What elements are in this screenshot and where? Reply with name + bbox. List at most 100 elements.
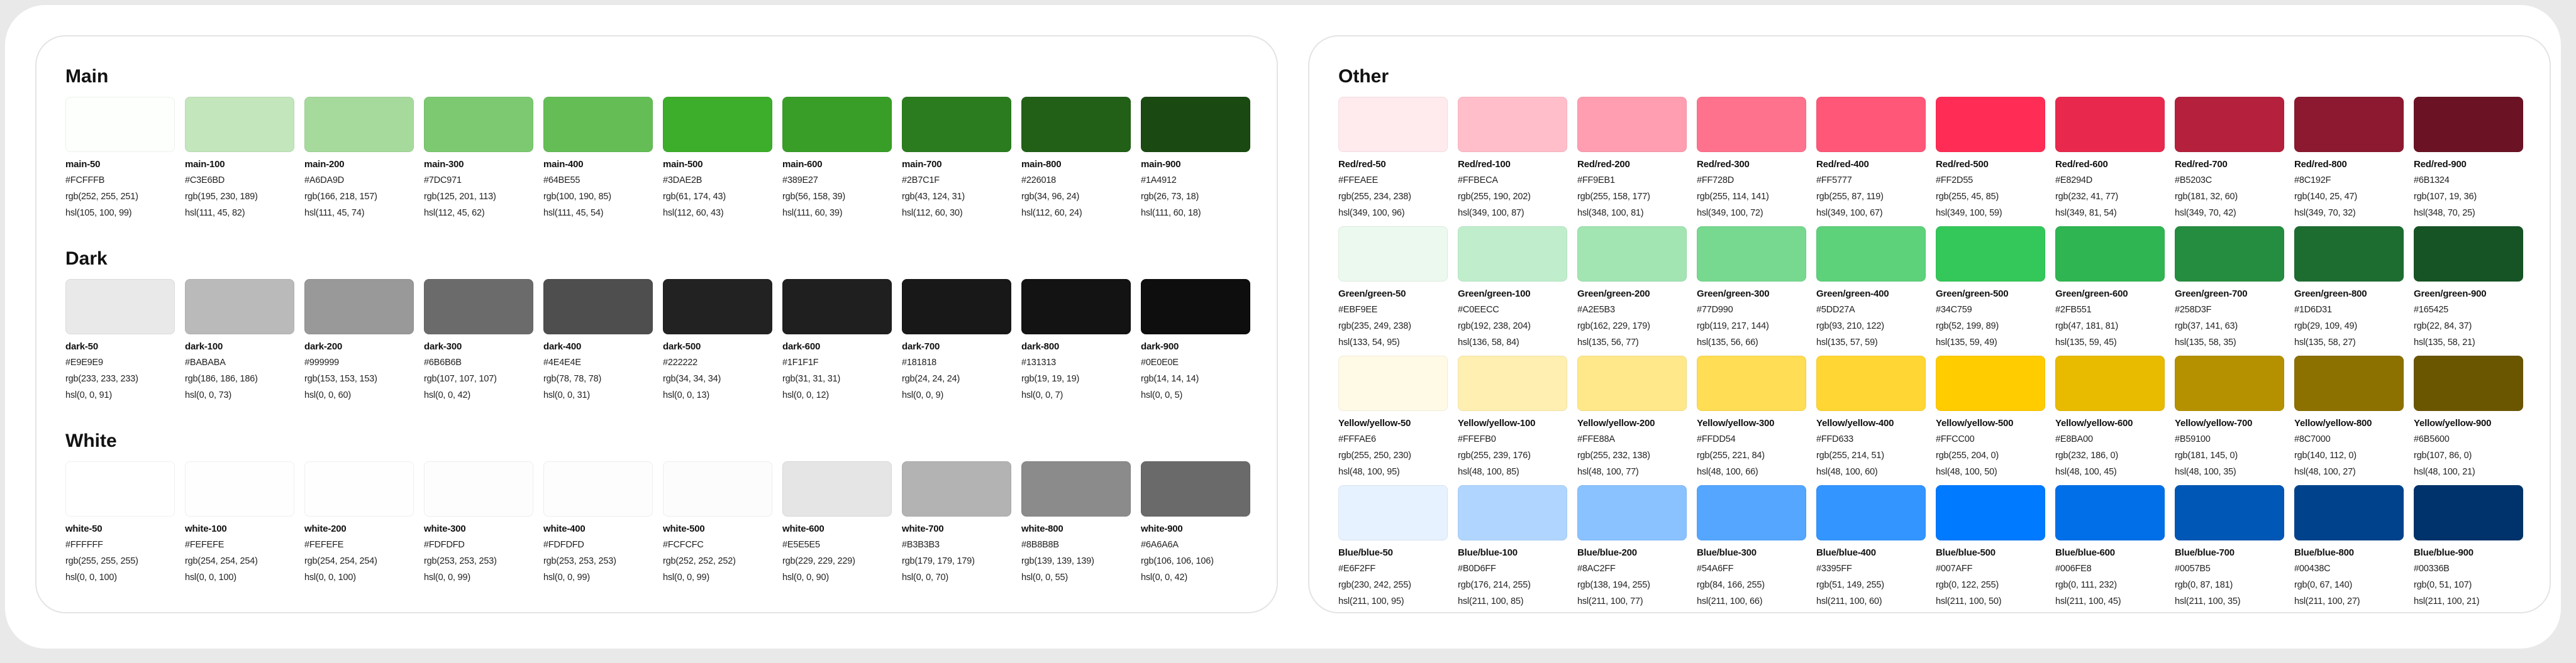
swatch-hsl: hsl(111, 45, 74) [304, 208, 365, 218]
swatch-card[interactable]: Green/green-100 #C0EECC rgb(192, 238, 204)… [1458, 226, 1567, 351]
swatch-card[interactable]: Yellow/yellow-600 #E8BA00 rgb(232, 186, 0)… [2055, 356, 2165, 480]
swatch-card[interactable]: Blue/blue-100 #B0D6FF rgb(176, 214, 255) hs… [1458, 485, 1567, 610]
swatch-card[interactable]: Blue/blue-900 #00336B rgb(0, 51, 107) hsl(2… [2414, 485, 2523, 610]
swatch-card[interactable]: Green/green-400 #5DD27A rgb(93, 210, 122) h… [1816, 226, 1926, 351]
swatch-card[interactable]: white-600 #E5E5E5 rgb(229, 229, 229) hsl(0,… [782, 461, 892, 586]
swatch-hex: #00336B [2414, 564, 2450, 574]
swatch-card[interactable]: Red/red-400 #FF5777 rgb(255, 87, 119) hsl(3… [1816, 97, 1926, 221]
swatch-card[interactable]: Yellow/yellow-700 #B59100 rgb(181, 145, 0)… [2175, 356, 2284, 480]
swatch-name: white-400 [543, 523, 586, 534]
swatch-card[interactable]: Blue/blue-500 #007AFF rgb(0, 122, 255) hsl(… [1936, 485, 2045, 610]
swatch-rgb: rgb(138, 194, 255) [1577, 580, 1650, 590]
swatch-card[interactable]: Yellow/yellow-200 #FFE88A rgb(255, 232, 13… [1577, 356, 1687, 480]
swatch-card[interactable]: dark-400 #4E4E4E rgb(78, 78, 78) hsl(0, 0, … [543, 279, 653, 403]
swatch-card[interactable]: Red/red-800 #8C192F rgb(140, 25, 47) hsl(34… [2294, 97, 2404, 221]
swatch-name: Blue/blue-500 [1936, 547, 1996, 558]
swatch-card[interactable]: white-500 #FCFCFC rgb(252, 252, 252) hsl(0,… [663, 461, 772, 586]
swatch-card[interactable]: dark-600 #1F1F1F rgb(31, 31, 31) hsl(0, 0, … [782, 279, 892, 403]
swatch-card[interactable]: Green/green-700 #258D3F rgb(37, 141, 63) hs… [2175, 226, 2284, 351]
swatch-card[interactable]: Red/red-300 #FF728D rgb(255, 114, 141) hsl(… [1697, 97, 1806, 221]
swatch-name: Green/green-100 [1458, 288, 1531, 299]
swatch-name: Red/red-700 [2175, 159, 2228, 170]
swatch-card[interactable]: Blue/blue-200 #8AC2FF rgb(138, 194, 255) hs… [1577, 485, 1687, 610]
swatch-card[interactable]: Green/green-200 #A2E5B3 rgb(162, 229, 179)… [1577, 226, 1687, 351]
swatch-card[interactable]: Blue/blue-400 #3395FF rgb(51, 149, 255) hsl… [1816, 485, 1926, 610]
swatch-card[interactable]: Red/red-900 #6B1324 rgb(107, 19, 36) hsl(34… [2414, 97, 2523, 221]
swatch-card[interactable]: main-700 #2B7C1F rgb(43, 124, 31) hsl(112, … [902, 97, 1011, 221]
swatch-card[interactable]: dark-50 #E9E9E9 rgb(233, 233, 233) hsl(0, 0… [65, 279, 175, 403]
swatch-name: main-900 [1141, 159, 1181, 170]
swatch-hsl: hsl(48, 100, 95) [1338, 467, 1400, 477]
swatch-card[interactable]: white-900 #6A6A6A rgb(106, 106, 106) hsl(0,… [1141, 461, 1250, 586]
swatch-card[interactable]: main-600 #389E27 rgb(56, 158, 39) hsl(111, … [782, 97, 892, 221]
swatch-card[interactable]: Green/green-800 #1D6D31 rgb(29, 109, 49) hs… [2294, 226, 2404, 351]
swatch-card[interactable]: dark-200 #999999 rgb(153, 153, 153) hsl(0, … [304, 279, 414, 403]
swatch-card[interactable]: main-400 #64BE55 rgb(100, 190, 85) hsl(111,… [543, 97, 653, 221]
swatch-hsl: hsl(48, 100, 45) [2055, 467, 2117, 477]
swatch-card[interactable]: white-300 #FDFDFD rgb(253, 253, 253) hsl(0,… [424, 461, 533, 586]
swatch-card[interactable]: Red/red-50 #FFEAEE rgb(255, 234, 238) hsl(3… [1338, 97, 1448, 221]
swatch-card[interactable]: white-50 #FFFFFF rgb(255, 255, 255) hsl(0, … [65, 461, 175, 586]
swatch-card[interactable]: Yellow/yellow-100 #FFEFB0 rgb(255, 239, 17… [1458, 356, 1567, 480]
swatch-card[interactable]: Blue/blue-600 #006FE8 rgb(0, 111, 232) hsl(… [2055, 485, 2165, 610]
swatch-card[interactable]: Yellow/yellow-50 #FFFAE6 rgb(255, 250, 230… [1338, 356, 1448, 480]
swatch-hsl: hsl(349, 70, 32) [2294, 208, 2356, 218]
swatch-name: Red/red-800 [2294, 159, 2347, 170]
swatch-card[interactable]: main-900 #1A4912 rgb(26, 73, 18) hsl(111, 6… [1141, 97, 1250, 221]
swatch-card[interactable]: white-700 #B3B3B3 rgb(179, 179, 179) hsl(0,… [902, 461, 1011, 586]
swatch-card[interactable]: main-50 #FCFFFB rgb(252, 255, 251) hsl(105,… [65, 97, 175, 221]
color-swatch [304, 279, 414, 334]
swatch-card[interactable]: dark-500 #222222 rgb(34, 34, 34) hsl(0, 0, … [663, 279, 772, 403]
swatch-card[interactable]: main-500 #3DAE2B rgb(61, 174, 43) hsl(112, … [663, 97, 772, 221]
swatch-rgb: rgb(107, 19, 36) [2414, 192, 2477, 202]
swatch-card[interactable]: Green/green-300 #77D990 rgb(119, 217, 144)… [1697, 226, 1806, 351]
swatch-card[interactable]: Green/green-50 #EBF9EE rgb(235, 249, 238) h… [1338, 226, 1448, 351]
swatch-card[interactable]: main-200 #A6DA9D rgb(166, 218, 157) hsl(111… [304, 97, 414, 221]
swatch-card[interactable]: Green/green-600 #2FB551 rgb(47, 181, 81) hs… [2055, 226, 2165, 351]
swatch-rgb: rgb(186, 186, 186) [185, 374, 258, 384]
swatch-card[interactable]: main-300 #7DC971 rgb(125, 201, 113) hsl(112… [424, 97, 533, 221]
swatch-card[interactable]: Yellow/yellow-400 #FFD633 rgb(255, 214, 51… [1816, 356, 1926, 480]
color-swatch [1338, 97, 1448, 152]
swatch-card[interactable]: dark-900 #0E0E0E rgb(14, 14, 14) hsl(0, 0, … [1141, 279, 1250, 403]
swatch-card[interactable]: Yellow/yellow-800 #8C7000 rgb(140, 112, 0)… [2294, 356, 2404, 480]
swatch-card[interactable]: Blue/blue-800 #00438C rgb(0, 67, 140) hsl(2… [2294, 485, 2404, 610]
swatch-hsl: hsl(211, 100, 66) [1697, 596, 1763, 606]
swatch-name: Red/red-200 [1577, 159, 1630, 170]
color-swatch [65, 461, 175, 517]
swatch-card[interactable]: Yellow/yellow-300 #FFDD54 rgb(255, 221, 84… [1697, 356, 1806, 480]
swatch-card[interactable]: Red/red-700 #B5203C rgb(181, 32, 60) hsl(34… [2175, 97, 2284, 221]
swatch-card[interactable]: Red/red-500 #FF2D55 rgb(255, 45, 85) hsl(34… [1936, 97, 2045, 221]
swatch-card[interactable]: Yellow/yellow-500 #FFCC00 rgb(255, 204, 0)… [1936, 356, 2045, 480]
swatch-hsl: hsl(0, 0, 55) [1021, 573, 1068, 583]
swatch-grid-blue: Blue/blue-50 #E6F2FF rgb(230, 242, 255) hsl… [1338, 485, 2523, 610]
swatch-card[interactable]: dark-700 #181818 rgb(24, 24, 24) hsl(0, 0, … [902, 279, 1011, 403]
swatch-card[interactable]: dark-300 #6B6B6B rgb(107, 107, 107) hsl(0, … [424, 279, 533, 403]
swatch-card[interactable]: Blue/blue-700 #0057B5 rgb(0, 87, 181) hsl(2… [2175, 485, 2284, 610]
swatch-card[interactable]: Red/red-600 #E8294D rgb(232, 41, 77) hsl(34… [2055, 97, 2165, 221]
swatch-card[interactable]: main-100 #C3E6BD rgb(195, 230, 189) hsl(111… [185, 97, 294, 221]
swatch-card[interactable]: Green/green-500 #34C759 rgb(52, 199, 89) hs… [1936, 226, 2045, 351]
swatch-card[interactable]: Red/red-200 #FF9EB1 rgb(255, 158, 177) hsl(… [1577, 97, 1687, 221]
swatch-rgb: rgb(255, 87, 119) [1816, 192, 1884, 202]
swatch-card[interactable]: dark-100 #BABABA rgb(186, 186, 186) hsl(0, … [185, 279, 294, 403]
swatch-card[interactable]: dark-800 #131313 rgb(19, 19, 19) hsl(0, 0, … [1021, 279, 1131, 403]
swatch-hex: #6B1324 [2414, 175, 2450, 185]
swatch-card[interactable]: Red/red-100 #FFBECA rgb(255, 190, 202) hsl(… [1458, 97, 1567, 221]
swatch-card[interactable]: Blue/blue-300 #54A6FF rgb(84, 166, 255) hsl… [1697, 485, 1806, 610]
swatch-name: Green/green-500 [1936, 288, 2009, 299]
swatch-hsl: hsl(112, 60, 24) [1021, 208, 1082, 218]
swatch-card[interactable]: main-800 #226018 rgb(34, 96, 24) hsl(112, 6… [1021, 97, 1131, 221]
swatch-card[interactable]: white-100 #FEFEFE rgb(254, 254, 254) hsl(0,… [185, 461, 294, 586]
swatch-card[interactable]: white-200 #FEFEFE rgb(254, 254, 254) hsl(0,… [304, 461, 414, 586]
color-swatch [782, 461, 892, 517]
swatch-card[interactable]: Yellow/yellow-900 #6B5600 rgb(107, 86, 0) h… [2414, 356, 2523, 480]
section-title-dark: Dark [65, 248, 108, 269]
swatch-card[interactable]: Blue/blue-50 #E6F2FF rgb(230, 242, 255) hsl… [1338, 485, 1448, 610]
color-swatch [424, 279, 533, 334]
swatch-name: main-400 [543, 159, 584, 170]
swatch-card[interactable]: white-400 #FDFDFD rgb(253, 253, 253) hsl(0,… [543, 461, 653, 586]
swatch-card[interactable]: Green/green-900 #165425 rgb(22, 84, 37) hsl… [2414, 226, 2523, 351]
swatch-rgb: rgb(255, 250, 230) [1338, 451, 1411, 461]
swatch-card[interactable]: white-800 #8B8B8B rgb(139, 139, 139) hsl(0,… [1021, 461, 1131, 586]
